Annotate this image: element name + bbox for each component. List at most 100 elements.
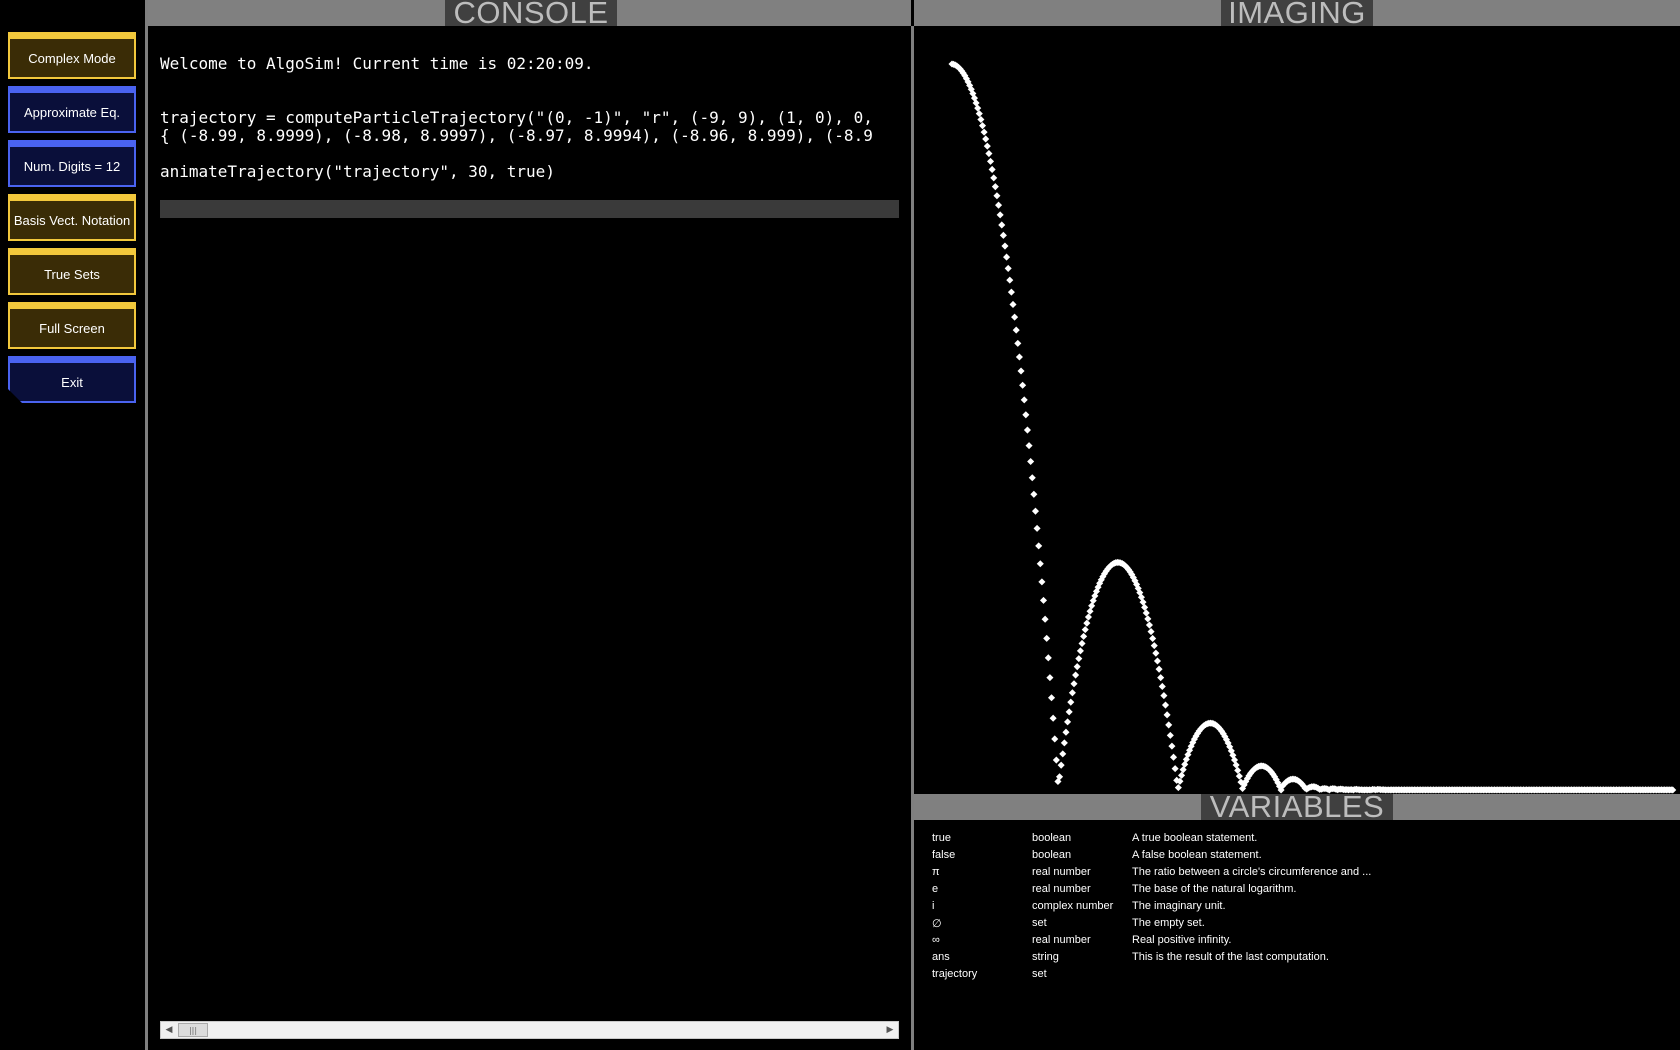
console-input[interactable] bbox=[160, 200, 899, 218]
trajectory-point bbox=[1006, 276, 1014, 284]
variable-type: boolean bbox=[1032, 832, 1072, 844]
console-panel: Welcome to AlgoSim! Current time is 02:2… bbox=[148, 26, 911, 1050]
trajectory-point bbox=[1166, 731, 1174, 739]
trajectory-point bbox=[1028, 474, 1036, 482]
trajectory-point bbox=[1039, 596, 1048, 604]
num-digits-label: Num. Digits = 12 bbox=[23, 158, 121, 174]
trajectory-point bbox=[1152, 649, 1160, 657]
trajectory-point bbox=[1171, 765, 1179, 773]
trajectory-point bbox=[1041, 615, 1049, 623]
exit-label: Exit bbox=[61, 374, 83, 390]
console-title: CONSOLE bbox=[445, 0, 617, 26]
trajectory-plot bbox=[948, 60, 1677, 794]
trajectory-point bbox=[974, 104, 982, 112]
variables-panel: true boolean A true boolean statement. fals… bbox=[914, 820, 1680, 1050]
trajectory-point bbox=[1047, 694, 1056, 702]
trajectory-point bbox=[1036, 560, 1044, 568]
trajectory-point bbox=[1019, 381, 1027, 389]
variable-name: ∞ bbox=[932, 934, 940, 946]
variable-name: true bbox=[932, 832, 951, 844]
trajectory-point bbox=[1084, 613, 1092, 621]
trajectory-point bbox=[990, 174, 998, 182]
trajectory-point bbox=[988, 165, 996, 173]
variable-name: e bbox=[932, 883, 939, 895]
complex-mode-label: Complex Mode bbox=[28, 50, 116, 66]
basis-vect-notation-label: Basis Vect. Notation bbox=[13, 212, 131, 228]
trajectory-point bbox=[1052, 756, 1060, 764]
variable-type: complex number bbox=[1032, 900, 1114, 912]
exit-button[interactable]: Exit bbox=[8, 356, 136, 403]
trajectory-point bbox=[1014, 339, 1022, 347]
trajectory-point bbox=[1012, 326, 1020, 334]
trajectory-point bbox=[1147, 628, 1155, 636]
trajectory-point bbox=[1155, 665, 1163, 673]
trajectory-point bbox=[1067, 698, 1075, 706]
trajectory-point bbox=[1153, 657, 1162, 665]
trajectory-point bbox=[993, 192, 1001, 200]
trajectory-point bbox=[986, 157, 995, 165]
trajectory-point bbox=[1179, 766, 1187, 774]
trajectory-point bbox=[996, 211, 1004, 219]
trajectory-point bbox=[1081, 626, 1089, 634]
full-screen-label: Full Screen bbox=[39, 320, 105, 336]
trajectory-point bbox=[1030, 490, 1038, 498]
trajectory-point bbox=[1038, 578, 1046, 586]
trajectory-point bbox=[1060, 739, 1068, 747]
variable-name: π bbox=[932, 866, 940, 878]
trajectory-point bbox=[1070, 680, 1078, 688]
trajectory-point bbox=[983, 142, 991, 150]
scroll-left-icon[interactable]: ◀ bbox=[161, 1022, 177, 1038]
trajectory-point bbox=[1149, 634, 1157, 642]
scroll-right-icon[interactable]: ▶ bbox=[882, 1022, 898, 1038]
trajectory-point bbox=[1007, 288, 1015, 296]
true-sets-button[interactable]: True Sets bbox=[8, 248, 136, 295]
variable-type: string bbox=[1032, 951, 1059, 963]
trajectory-point bbox=[1044, 654, 1052, 662]
variables-title: VARIABLES bbox=[1201, 794, 1393, 820]
console-result-line: { (-8.99, 8.9999), (-8.98, 8.9997), (-8.… bbox=[160, 127, 873, 145]
variable-name: false bbox=[932, 849, 956, 861]
trajectory-point bbox=[1073, 663, 1081, 671]
variable-name: i bbox=[932, 900, 935, 912]
approximate-eq-button[interactable]: Approximate Eq. bbox=[8, 86, 136, 133]
trajectory-point bbox=[1068, 689, 1076, 697]
variable-type: set bbox=[1032, 968, 1047, 980]
trajectory-point bbox=[1234, 766, 1242, 774]
variable-type: real number bbox=[1032, 934, 1091, 946]
variable-desc: A false boolean statement. bbox=[1132, 849, 1262, 861]
variable-type: real number bbox=[1032, 866, 1091, 878]
approximate-eq-label: Approximate Eq. bbox=[23, 104, 121, 120]
trajectory-point bbox=[977, 115, 985, 124]
trajectory-point bbox=[999, 231, 1007, 239]
full-screen-button[interactable]: Full Screen bbox=[8, 302, 136, 349]
basis-vect-notation-button[interactable]: Basis Vect. Notation bbox=[8, 194, 136, 241]
num-digits-button[interactable]: Num. Digits = 12 bbox=[8, 140, 136, 187]
scrollbar-thumb[interactable]: ||| bbox=[178, 1023, 208, 1037]
trajectory-point bbox=[1160, 692, 1168, 700]
trajectory-point bbox=[1011, 313, 1019, 321]
console-horizontal-scrollbar[interactable]: ◀ ||| ▶ bbox=[160, 1021, 899, 1039]
trajectory-point bbox=[1072, 671, 1080, 679]
console-header: CONSOLE bbox=[148, 0, 911, 26]
trajectory-point bbox=[1059, 750, 1067, 758]
trajectory-point bbox=[998, 221, 1006, 229]
trajectory-point bbox=[1075, 655, 1083, 663]
trajectory-point bbox=[1083, 619, 1091, 627]
trajectory-point bbox=[1062, 728, 1070, 736]
console-welcome-line: Welcome to AlgoSim! Current time is 02:2… bbox=[160, 55, 594, 73]
console-command-line: animateTrajectory("trajectory", 30, true… bbox=[160, 163, 555, 181]
trajectory-point bbox=[1035, 542, 1043, 550]
trajectory-point bbox=[1031, 507, 1040, 515]
complex-mode-button[interactable]: Complex Mode bbox=[8, 32, 136, 79]
variable-desc: The empty set. bbox=[1132, 917, 1205, 929]
trajectory-point bbox=[991, 183, 999, 191]
imaging-panel bbox=[914, 26, 1680, 794]
trajectory-point bbox=[1235, 772, 1243, 780]
trajectory-point bbox=[1001, 242, 1009, 250]
trajectory-point bbox=[1020, 396, 1028, 404]
trajectory-point bbox=[1163, 711, 1171, 719]
trajectory-point bbox=[1003, 253, 1011, 261]
variable-type: set bbox=[1032, 917, 1047, 929]
imaging-header: IMAGING bbox=[914, 0, 1680, 26]
trajectory-point bbox=[1161, 701, 1170, 709]
